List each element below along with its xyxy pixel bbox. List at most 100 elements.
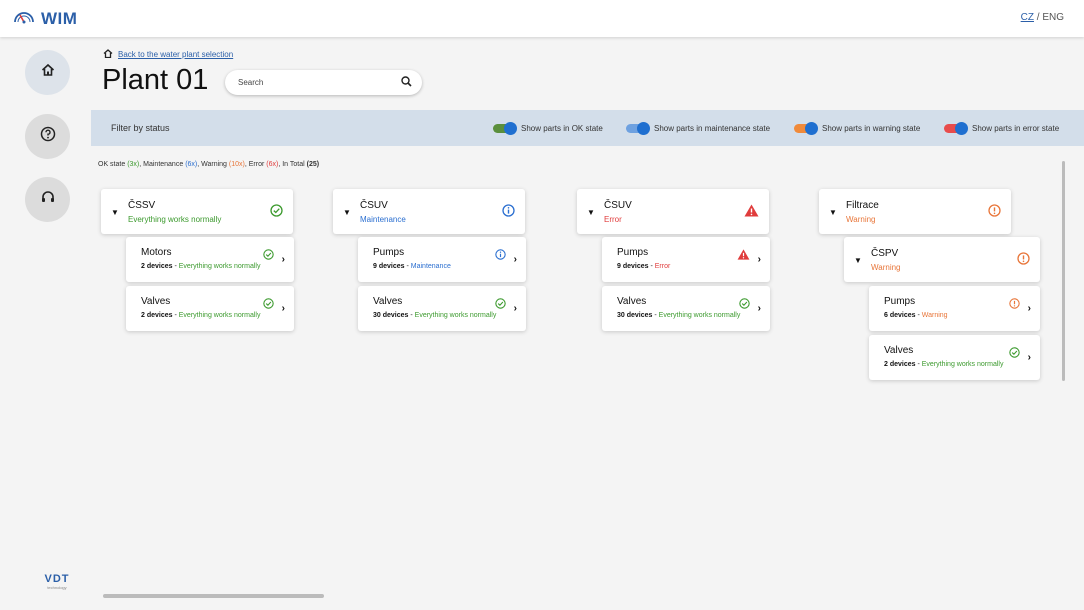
ok-check-icon	[495, 296, 506, 314]
part-name: Pumps	[884, 296, 916, 307]
lang-cz-link[interactable]: CZ	[1021, 12, 1034, 23]
error-triangle-icon	[737, 247, 750, 265]
top-bar: WIM CZ / ENG	[0, 0, 1084, 37]
device-count: 9 devices	[617, 263, 649, 270]
left-sidebar: VDT technology	[0, 37, 92, 610]
lang-en-link[interactable]: ENG	[1042, 12, 1064, 23]
error-switch[interactable]	[944, 121, 968, 135]
part-status-text: Everything works normally	[178, 263, 261, 270]
horizontal-scrollbar[interactable]	[103, 594, 324, 598]
filter-label: Filter by status	[111, 123, 170, 133]
ok-check-icon	[263, 247, 274, 265]
home-button[interactable]	[25, 50, 70, 95]
group-card[interactable]: ▼ ČSUV Error	[577, 189, 769, 234]
collapse-triangle-icon[interactable]: ▼	[829, 208, 837, 217]
part-name: Valves	[617, 296, 647, 307]
switch-knob	[504, 121, 517, 135]
help-button[interactable]	[25, 114, 70, 159]
warning-switch[interactable]	[794, 121, 818, 135]
warning-icon	[1009, 296, 1020, 314]
total-count: (25)	[306, 161, 320, 168]
group-status: Error	[604, 215, 622, 224]
ok-switch[interactable]	[493, 121, 517, 135]
vertical-scrollbar[interactable]	[1062, 161, 1065, 381]
collapse-triangle-icon[interactable]: ▼	[111, 208, 119, 217]
vdt-logo-text: VDT	[44, 573, 70, 585]
chevron-right-icon[interactable]: ›	[758, 254, 761, 265]
maintenance-label: Maintenance	[143, 161, 184, 168]
subgroup-status: Warning	[871, 263, 901, 272]
device-count: 9 devices	[373, 263, 405, 270]
subgroup-name: ČSPV	[871, 248, 899, 259]
info-icon	[495, 247, 506, 265]
search-input[interactable]	[238, 78, 401, 87]
part-card[interactable]: Pumps 9 devices - Maintenance ›	[358, 237, 526, 282]
group-status: Maintenance	[360, 215, 406, 224]
group-card[interactable]: ▼ Filtrace Warning	[819, 189, 1011, 234]
part-card[interactable]: Pumps 6 devices - Warning ›	[869, 286, 1040, 331]
toggle-label: Show parts in maintenance state	[654, 123, 771, 133]
chevron-right-icon[interactable]: ›	[1028, 303, 1031, 314]
chevron-right-icon[interactable]: ›	[514, 303, 517, 314]
support-button[interactable]	[25, 177, 70, 222]
part-name: Motors	[141, 247, 172, 258]
part-status-text: Maintenance	[410, 263, 451, 270]
ok-check-icon	[1009, 345, 1020, 363]
toggle-warning-state[interactable]: Show parts in warning state	[794, 121, 921, 135]
error-count: (6x)	[266, 161, 279, 168]
chevron-right-icon[interactable]: ›	[514, 254, 517, 265]
part-card[interactable]: Valves 2 devices - Everything works norm…	[126, 286, 294, 331]
group-status: Everything works normally	[128, 215, 222, 224]
toggle-ok-state[interactable]: Show parts in OK state	[493, 121, 603, 135]
group-card[interactable]: ▼ ČSUV Maintenance	[333, 189, 525, 234]
group-card[interactable]: ▼ ČSSV Everything works normally	[101, 189, 293, 234]
part-card[interactable]: Valves 30 devices - Everything works nor…	[602, 286, 770, 331]
group-name: ČSSV	[128, 200, 156, 211]
toggle-maintenance-state[interactable]: Show parts in maintenance state	[626, 121, 771, 135]
chevron-right-icon[interactable]: ›	[758, 303, 761, 314]
home-icon	[103, 49, 113, 60]
part-name: Pumps	[373, 247, 405, 258]
search-icon[interactable]	[401, 74, 412, 92]
error-triangle-icon	[744, 204, 759, 222]
part-status: 2 devices - Everything works normally	[141, 312, 261, 319]
part-card[interactable]: Valves 30 devices - Everything works nor…	[358, 286, 526, 331]
collapse-triangle-icon[interactable]: ▼	[343, 208, 351, 217]
part-status: 6 devices - Warning	[884, 312, 948, 319]
part-status-text: Everything works normally	[921, 361, 1004, 368]
ok-label: OK state	[98, 161, 126, 168]
chevron-right-icon[interactable]: ›	[282, 254, 285, 265]
group-name: Filtrace	[846, 200, 879, 211]
toggle-label: Show parts in OK state	[521, 123, 603, 133]
subgroup-card[interactable]: ▼ ČSPV Warning	[844, 237, 1040, 282]
page-title: Plant 01	[102, 64, 209, 96]
collapse-triangle-icon[interactable]: ▼	[587, 208, 595, 217]
chevron-right-icon[interactable]: ›	[282, 303, 285, 314]
language-switcher: CZ / ENG	[1021, 12, 1064, 23]
warning-icon	[988, 204, 1001, 222]
app-logo[interactable]: WIM	[13, 8, 77, 29]
question-icon	[40, 126, 56, 147]
collapse-triangle-icon[interactable]: ▼	[854, 256, 862, 265]
part-card[interactable]: Motors 2 devices - Everything works norm…	[126, 237, 294, 282]
toggle-label: Show parts in warning state	[822, 123, 921, 133]
part-card[interactable]: Pumps 9 devices - Error ›	[602, 237, 770, 282]
breadcrumb: Back to the water plant selection	[103, 49, 233, 60]
ok-check-icon	[739, 296, 750, 314]
device-count: 2 devices	[884, 361, 916, 368]
device-count: 6 devices	[884, 312, 916, 319]
toggle-error-state[interactable]: Show parts in error state	[944, 121, 1059, 135]
maintenance-count: (6x)	[185, 161, 198, 168]
total-label: In Total	[282, 161, 305, 168]
info-icon	[502, 204, 515, 222]
back-to-plant-selection-link[interactable]: Back to the water plant selection	[118, 50, 233, 59]
part-status-text: Everything works normally	[414, 312, 497, 319]
chevron-right-icon[interactable]: ›	[1028, 352, 1031, 363]
part-name: Pumps	[617, 247, 649, 258]
maintenance-switch[interactable]	[626, 121, 650, 135]
part-card[interactable]: Valves 2 devices - Everything works norm…	[869, 335, 1040, 380]
home-icon	[41, 63, 55, 82]
group-name: ČSUV	[360, 200, 388, 211]
part-status-text: Error	[654, 263, 671, 270]
lang-separator: /	[1036, 12, 1040, 23]
